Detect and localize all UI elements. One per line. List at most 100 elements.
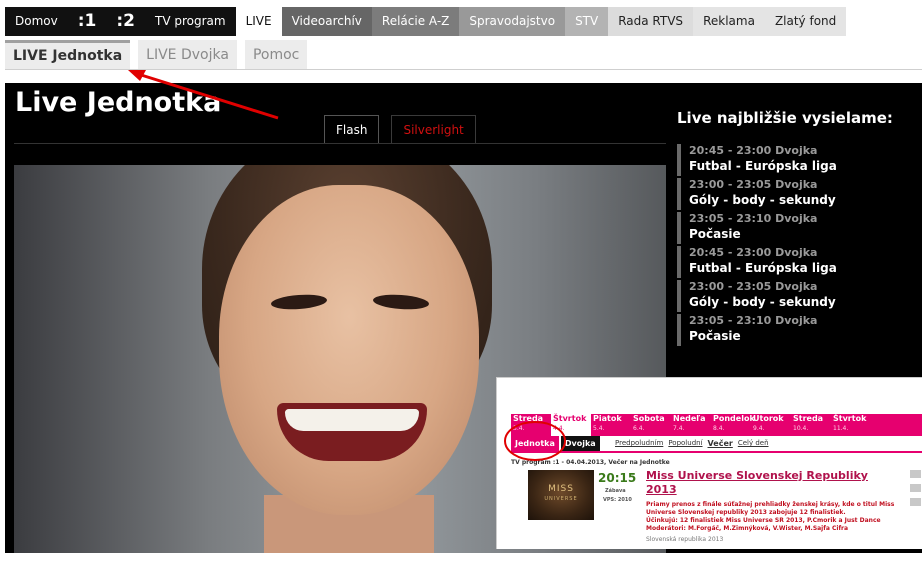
day-tab[interactable]: Streda 3.4. xyxy=(511,414,551,436)
day-date: 4.4. xyxy=(553,425,565,432)
day-name: Nedeľa xyxy=(673,414,706,423)
day-selector: Streda 3.4. Štvrtok 4.4. Piatok 5.4. Sobota… xyxy=(511,414,922,436)
schedule-show: Góly - body - sekundy xyxy=(689,295,836,309)
day-tab[interactable]: Nedeľa 7.4. xyxy=(671,414,711,436)
channel-jednotka[interactable]: Jednotka xyxy=(511,436,559,451)
day-date: 5.4. xyxy=(593,425,605,432)
schedule-time: 23:00 - 23:05 Dvojka xyxy=(689,280,818,293)
annotation-arrowhead xyxy=(128,70,146,81)
nav-channel-2[interactable]: :2 xyxy=(106,7,145,36)
nav-live[interactable]: LIVE xyxy=(235,7,282,36)
day-date: 9.4. xyxy=(753,425,765,432)
channel-divider xyxy=(511,451,922,453)
live-subnav: LIVE Jednotka LIVE Dvojka Pomoc xyxy=(5,40,308,69)
tab-live-jednotka[interactable]: LIVE Jednotka xyxy=(5,40,131,69)
tab-pomoc[interactable]: Pomoc xyxy=(244,40,308,69)
schedule-time: 23:05 - 23:10 Dvojka xyxy=(689,212,818,225)
nav-relacie[interactable]: Relácie A-Z xyxy=(371,7,460,36)
schedule-time: 20:45 - 23:00 Dvojka xyxy=(689,246,818,259)
nav-domov[interactable]: Domov xyxy=(5,7,68,36)
program-breadcrumb: TV program :1 - 04.04.2013, Večer na Jed… xyxy=(511,459,670,466)
tab-flash[interactable]: Flash xyxy=(324,115,380,143)
nav-reklama[interactable]: Reklama xyxy=(693,7,765,36)
day-tab[interactable]: Sobota 6.4. xyxy=(631,414,671,436)
day-tab[interactable]: Pondelok 8.4. xyxy=(711,414,755,436)
schedule-time: 23:05 - 23:10 Dvojka xyxy=(689,314,818,327)
program-genre: Zábava xyxy=(605,488,626,494)
thumbnail-subtitle: UNIVERSE xyxy=(544,496,578,502)
schedule-show: Futbal - Európska liga xyxy=(689,159,837,173)
program-desc-line: Účinkujú: 12 finalistiek Miss Universe S… xyxy=(646,517,881,524)
program-title-link[interactable]: Miss Universe Slovenskej Republiky 2013 xyxy=(646,469,896,497)
nav-stv[interactable]: STV xyxy=(565,7,609,36)
schedule-show: Futbal - Európska liga xyxy=(689,261,837,275)
daypart-link-selected[interactable]: Večer xyxy=(708,439,733,448)
day-tab[interactable]: Utorok 9.4. xyxy=(751,414,791,436)
schedule-item[interactable]: 20:45 - 23:00 Dvojka Futbal - Európska l… xyxy=(677,144,917,176)
day-date: 11.4. xyxy=(833,425,849,432)
schedule-show: Góly - body - sekundy xyxy=(689,193,836,207)
program-desc-line: Moderátori: M.Forgáč, M.Zimnýková, V.Wis… xyxy=(646,525,849,532)
player-tabs-divider xyxy=(14,143,666,144)
day-name: Streda xyxy=(513,414,544,423)
video-frame-mouth xyxy=(277,403,427,461)
nav-spravodajstvo[interactable]: Spravodajstvo xyxy=(459,7,566,36)
nav-tv-program[interactable]: TV program xyxy=(145,7,236,36)
program-thumbnail[interactable]: MISS UNIVERSE xyxy=(528,470,594,520)
share-icon[interactable] xyxy=(910,484,921,492)
daypart-link[interactable]: Popoludní xyxy=(668,439,702,448)
tab-live-dvojka[interactable]: LIVE Dvojka xyxy=(138,40,237,69)
daypart-link[interactable]: Celý deň xyxy=(738,439,769,448)
nav-zlaty-fond[interactable]: Zlatý fond xyxy=(764,7,847,36)
video-frame-face xyxy=(219,185,479,515)
schedule-item[interactable]: 23:05 - 23:10 Dvojka Počasie xyxy=(677,314,917,346)
day-name: Piatok xyxy=(593,414,622,423)
schedule-show: Počasie xyxy=(689,227,741,241)
schedule-time: 20:45 - 23:00 Dvojka xyxy=(689,144,818,157)
day-tab[interactable]: Streda 10.4. xyxy=(791,414,831,436)
day-date: 10.4. xyxy=(793,425,809,432)
player-tabs: Flash Silverlight xyxy=(324,115,476,143)
day-tab[interactable]: Piatok 5.4. xyxy=(591,414,631,436)
day-name: Štvrtok xyxy=(833,414,867,423)
schedule-title: Live najbližšie vysielame: xyxy=(677,109,893,127)
video-frame-eye xyxy=(270,293,328,311)
video-frame-eye xyxy=(372,293,430,311)
day-name: Sobota xyxy=(633,414,665,423)
daypart-link[interactable]: Predpoludním xyxy=(615,439,663,448)
program-rating: VPS: 2010 xyxy=(603,497,632,503)
day-date: 8.4. xyxy=(713,425,725,432)
program-origin: Slovenská republika 2013 xyxy=(646,536,724,543)
day-date: 3.4. xyxy=(513,425,525,432)
nav-rada-rtvs[interactable]: Rada RTVS xyxy=(608,7,694,36)
schedule-item[interactable]: 23:00 - 23:05 Dvojka Góly - body - sekun… xyxy=(677,178,917,210)
day-tab-selected[interactable]: Štvrtok 4.4. xyxy=(551,414,591,436)
day-name: Štvrtok xyxy=(553,414,587,423)
schedule-item[interactable]: 23:00 - 23:05 Dvojka Góly - body - sekun… xyxy=(677,280,917,312)
schedule-list: 20:45 - 23:00 Dvojka Futbal - Európska l… xyxy=(677,144,917,348)
info-icon[interactable] xyxy=(910,498,921,506)
page-title: Live Jednotka xyxy=(15,87,222,118)
tab-silverlight[interactable]: Silverlight xyxy=(391,115,476,143)
schedule-item[interactable]: 23:05 - 23:10 Dvojka Počasie xyxy=(677,212,917,244)
program-action-icons xyxy=(910,470,922,512)
subnav-divider xyxy=(5,69,922,70)
video-frame-teeth xyxy=(285,409,419,431)
calendar-icon[interactable] xyxy=(910,470,921,478)
top-navigation: Domov :1 :2 TV program LIVE Videoarchív … xyxy=(5,7,847,36)
channel-selector: Jednotka Dvojka xyxy=(511,436,600,451)
day-name: Streda xyxy=(793,414,824,423)
schedule-show: Počasie xyxy=(689,329,741,343)
day-date: 6.4. xyxy=(633,425,645,432)
program-time: 20:15 xyxy=(598,471,637,485)
channel-dvojka[interactable]: Dvojka xyxy=(560,436,600,451)
schedule-item[interactable]: 20:45 - 23:00 Dvojka Futbal - Európska l… xyxy=(677,246,917,278)
nav-videoarchiv[interactable]: Videoarchív xyxy=(281,7,372,36)
schedule-time: 23:00 - 23:05 Dvojka xyxy=(689,178,818,191)
program-description: Priamy prenos z finále súťažnej prehliad… xyxy=(646,501,908,533)
daypart-selector: Predpoludním Popoludní Večer Celý deň xyxy=(615,439,769,448)
day-name: Utorok xyxy=(753,414,784,423)
thumbnail-title: MISS xyxy=(548,484,574,494)
day-tab[interactable]: Štvrtok 11.4. xyxy=(831,414,871,436)
nav-channel-1[interactable]: :1 xyxy=(67,7,107,36)
